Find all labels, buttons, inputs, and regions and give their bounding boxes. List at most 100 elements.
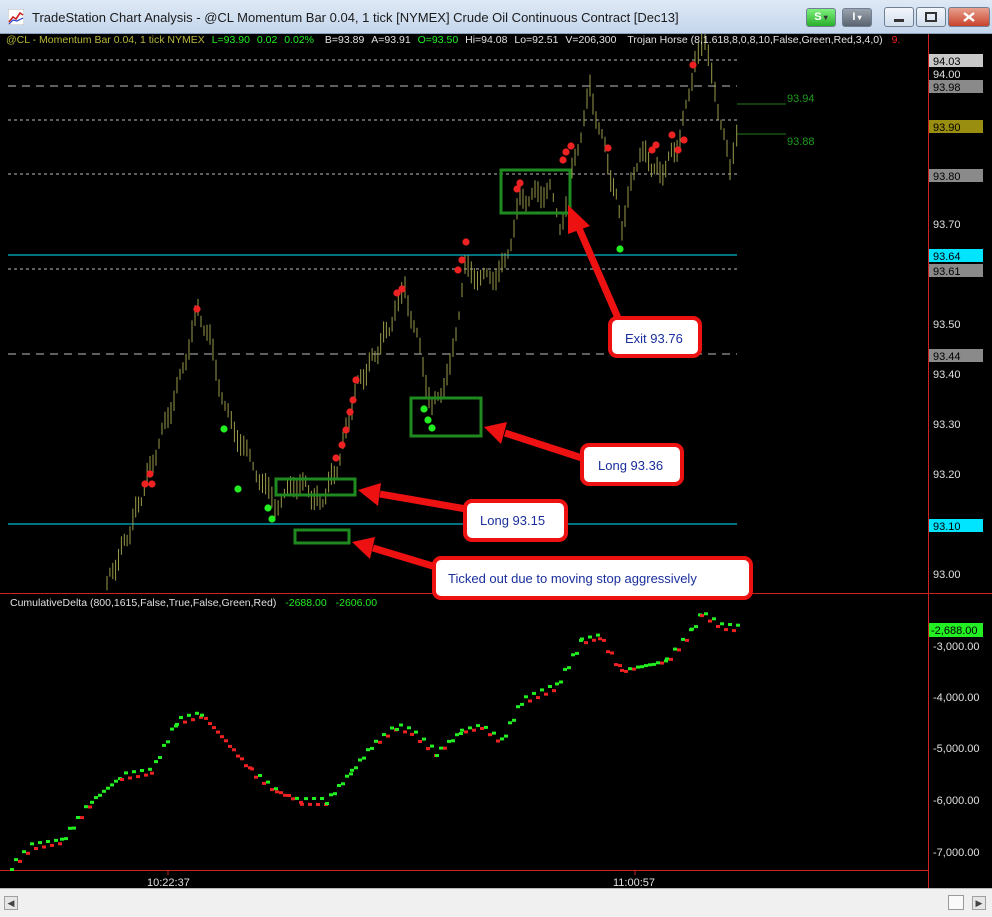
chevron-left-icon: ◀: [7, 898, 15, 908]
price-header-indicator: Trojan Horse (8,1.618,8,0,8,10,False,Gre…: [627, 34, 883, 46]
delta-step: [14, 858, 18, 862]
delta-step: [175, 722, 179, 726]
stop-box: [293, 528, 351, 545]
delta-step: [472, 728, 476, 732]
sell-signal-dot: [604, 144, 612, 152]
delta-step: [325, 802, 329, 805]
minimize-button[interactable]: [884, 7, 914, 27]
delta-step: [426, 747, 430, 751]
window-menu-button[interactable]: I ▾: [842, 8, 872, 27]
delta-step: [644, 664, 648, 668]
delta-tick: -3,000.00: [933, 641, 979, 653]
delta-step: [584, 641, 588, 645]
delta-step: [136, 775, 140, 779]
scroll-thumb[interactable]: [948, 895, 964, 910]
sell-signal-dot: [141, 480, 149, 488]
sell-signal-dot: [342, 426, 350, 434]
price-label: 93.61: [933, 266, 961, 278]
delta-step: [275, 790, 279, 794]
delta-step: [488, 733, 492, 737]
delta-step: [34, 847, 38, 850]
price-chart-canvas[interactable]: 93.94 93.88 93.70 93.50 93.40 93.30 93.2…: [0, 34, 992, 917]
delta-step: [208, 722, 212, 726]
cumulative-delta-steps: [10, 612, 740, 871]
delta-step: [228, 744, 232, 748]
strategy-s-button[interactable]: S ▾: [806, 8, 836, 27]
scroll-left-button[interactable]: ◀: [4, 896, 18, 910]
delta-step: [94, 796, 98, 800]
delta-step: [140, 769, 144, 772]
delta-step: [106, 786, 110, 790]
delta-step: [464, 730, 468, 734]
sell-signal-dot: [680, 136, 688, 144]
delta-step: [378, 740, 382, 744]
delta-step: [430, 744, 434, 748]
delta-step: [183, 720, 187, 724]
callout-long-93-15-text: Long 93.15: [480, 513, 545, 528]
delta-step: [552, 689, 556, 693]
delta-step: [266, 780, 270, 784]
delta-step: [370, 746, 374, 750]
restore-button[interactable]: [916, 7, 946, 27]
delta-step: [195, 711, 199, 715]
delta-step: [220, 735, 224, 739]
chart-area: 93.94 93.88 93.70 93.50 93.40 93.30 93.2…: [0, 34, 992, 917]
delta-step: [98, 793, 102, 797]
delta-step: [410, 732, 414, 736]
delta-step: [254, 775, 258, 779]
minimize-icon: [894, 19, 904, 22]
delta-step: [669, 657, 673, 661]
price-label: 94.00: [933, 69, 961, 81]
delta-step: [636, 665, 640, 669]
delta-step: [54, 838, 58, 842]
price-tick: 93.50: [933, 319, 961, 331]
delta-step: [492, 731, 496, 735]
sell-signal-dot: [652, 141, 660, 149]
delta-step: [366, 748, 370, 752]
price-tick: 93.00: [933, 569, 961, 581]
delta-step: [132, 770, 136, 774]
delta-step: [316, 803, 320, 806]
delta-step: [567, 666, 571, 670]
delta-step: [407, 726, 411, 730]
delta-step: [628, 667, 632, 671]
delta-step: [240, 757, 244, 761]
dropdown-arrow-icon: ▾: [821, 13, 828, 22]
delta-step: [728, 623, 732, 626]
delta-step: [677, 648, 681, 652]
arrow-line: [371, 544, 438, 571]
price-header-indicator-tail: 9.: [891, 34, 901, 46]
delta-step: [250, 767, 254, 771]
delta-step: [128, 776, 132, 780]
delta-step: [606, 650, 610, 654]
delta-step: [508, 721, 512, 725]
sell-signal-dot: [148, 480, 156, 488]
delta-step: [354, 766, 358, 770]
delta-step: [435, 754, 439, 757]
price-header-low: Lo=92.51: [514, 34, 559, 46]
scroll-right-button[interactable]: ▶: [972, 896, 986, 910]
close-button[interactable]: [948, 7, 990, 27]
delta-step: [349, 772, 353, 776]
price-tick: 93.20: [933, 469, 961, 481]
target-label-lower: 93.88: [787, 136, 815, 148]
delta-step: [150, 771, 154, 775]
delta-step: [484, 725, 488, 729]
delta-step: [30, 842, 34, 846]
delta-step: [42, 845, 46, 849]
price-header-bid: B=93.89: [324, 34, 365, 46]
delta-step: [312, 797, 316, 800]
delta-step: [732, 629, 736, 633]
target-label-upper: 93.94: [787, 93, 815, 105]
delta-step: [262, 781, 266, 785]
window-titlebar: TradeStation Chart Analysis - @CL Moment…: [0, 0, 992, 34]
delta-tick: -5,000.00: [933, 743, 979, 755]
dropdown-arrow-icon: ▾: [855, 13, 862, 22]
horizontal-scrollbar[interactable]: ◀ ▶: [0, 888, 992, 917]
price-tick: 93.70: [933, 219, 961, 231]
buy-signal-dot: [264, 504, 272, 512]
price-header-change-pct: 0.02%: [284, 34, 314, 46]
delta-step: [704, 612, 708, 616]
delta-step: [84, 805, 88, 809]
delta-step: [451, 739, 455, 743]
